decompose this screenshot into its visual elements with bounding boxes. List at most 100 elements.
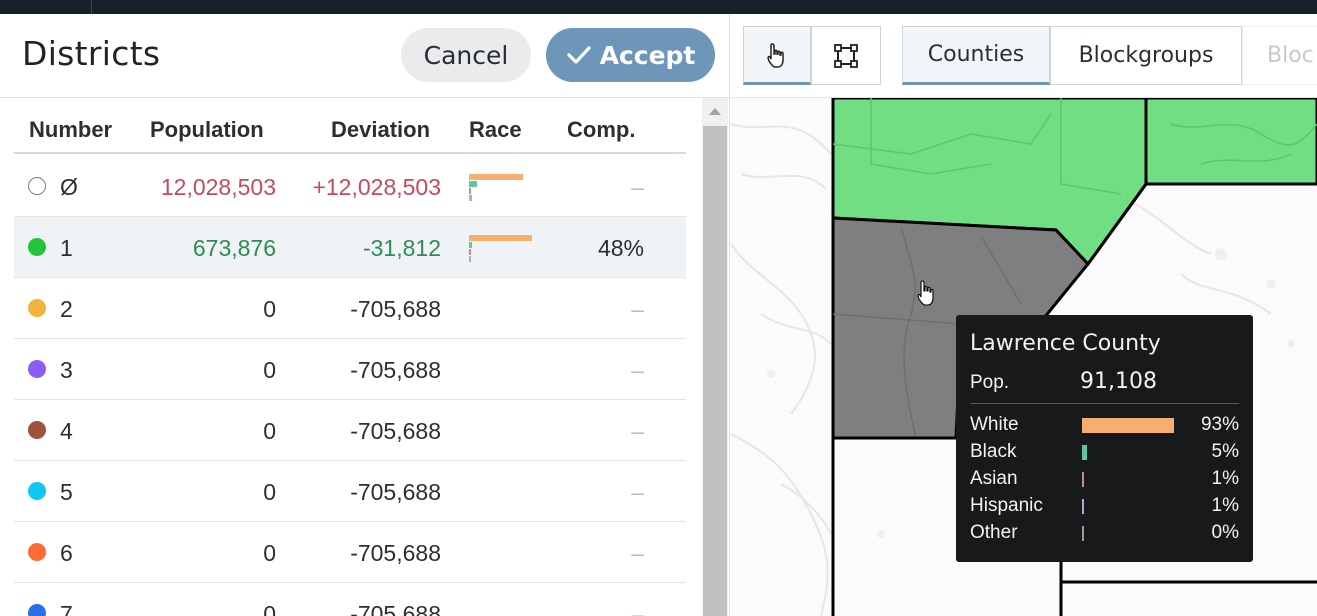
table-row[interactable]: 1 673,876 -31,812 48%	[14, 217, 686, 278]
district-population: 0	[263, 479, 276, 505]
table-scrollbar[interactable]	[702, 98, 728, 616]
district-population: 12,028,503	[160, 174, 276, 200]
tooltip-pop-value: 91,108	[1080, 369, 1157, 394]
district-color-dot	[28, 238, 46, 256]
district-number: Ø	[60, 174, 78, 200]
unit-blocks-tab[interactable]: Bloc	[1242, 26, 1317, 85]
districts-panel: Districts Cancel Accept Number Populatio…	[0, 14, 730, 616]
rectangle-select-icon	[834, 43, 858, 68]
district-color-dot	[28, 482, 46, 500]
district-color-dot	[28, 543, 46, 561]
demographic-percent: 1%	[1211, 495, 1239, 516]
district-compactness: 48%	[597, 235, 644, 261]
tooltip-pop-label: Pop.	[970, 372, 1010, 393]
district-compactness: –	[631, 418, 644, 444]
race-bar	[469, 181, 478, 187]
demographic-bar	[1082, 526, 1084, 541]
district-population: 0	[263, 601, 276, 616]
district-number: 6	[60, 540, 73, 566]
race-bar	[469, 249, 471, 255]
demographic-percent: 5%	[1211, 441, 1239, 462]
demographic-bar	[1082, 418, 1175, 433]
district-color-dot	[28, 177, 46, 195]
demographic-percent: 1%	[1211, 468, 1239, 489]
district-number: 1	[60, 235, 73, 261]
race-bar	[469, 256, 471, 262]
district-compactness: –	[631, 357, 644, 383]
demographic-bar	[1082, 445, 1087, 460]
district-deviation: -705,688	[350, 540, 441, 566]
race-mini-chart	[469, 174, 539, 206]
districts-table: Number Population Deviation Race Comp. Ø…	[14, 98, 686, 616]
demographic-label: Hispanic	[970, 495, 1043, 516]
map-view[interactable]: Counties Blockgroups Bloc Lawrence Count…	[731, 14, 1317, 616]
accept-button[interactable]: Accept	[546, 28, 715, 82]
table-row[interactable]: Ø 12,028,503 +12,028,503 –	[14, 156, 686, 217]
scroll-up-arrow-icon[interactable]	[709, 108, 721, 115]
table-row[interactable]: 5 0 -705,688 –	[14, 461, 686, 522]
table-row[interactable]: 3 0 -705,688 –	[14, 339, 686, 400]
map-toolbar: Counties Blockgroups Bloc	[731, 14, 1317, 98]
district-color-dot	[28, 421, 46, 439]
district-deviation: -705,688	[350, 296, 441, 322]
race-bar	[469, 195, 473, 201]
district-color-dot	[28, 360, 46, 378]
county-tooltip: Lawrence County Pop. 91,108 White 93% Blac…	[956, 315, 1253, 562]
district-population: 0	[263, 540, 276, 566]
district-number: 5	[60, 479, 73, 505]
scroll-thumb[interactable]	[703, 126, 727, 616]
unit-blockgroups-tab[interactable]: Blockgroups	[1050, 26, 1242, 85]
table-row[interactable]: 2 0 -705,688 –	[14, 278, 686, 339]
unit-counties-tab[interactable]: Counties	[902, 26, 1050, 85]
panel-title: Districts	[22, 34, 161, 73]
header-deviation[interactable]: Deviation	[331, 117, 430, 143]
district-population: 0	[263, 357, 276, 383]
district-deviation: -705,688	[350, 479, 441, 505]
demographic-label: Black	[970, 441, 1017, 462]
district-color-dot	[28, 299, 46, 317]
select-tool-button[interactable]	[743, 26, 811, 85]
demographic-bar	[1082, 499, 1084, 514]
district-number: 4	[60, 418, 73, 444]
district-number: 2	[60, 296, 73, 322]
race-bar	[469, 174, 524, 180]
demographic-percent: 0%	[1211, 522, 1239, 543]
district-deviation: +12,028,503	[312, 174, 441, 200]
header-race[interactable]: Race	[469, 117, 522, 143]
checkmark-icon	[566, 46, 591, 64]
tooltip-demographic-row: Black 5%	[970, 439, 1239, 466]
district-population: 0	[263, 296, 276, 322]
header-number[interactable]: Number	[29, 117, 112, 143]
race-bar	[469, 235, 533, 241]
header-comp[interactable]: Comp.	[567, 117, 635, 143]
district-compactness: –	[631, 174, 644, 200]
demographic-percent: 93%	[1200, 414, 1239, 435]
district-number: 3	[60, 357, 73, 383]
table-row[interactable]: 4 0 -705,688 –	[14, 400, 686, 461]
demographic-label: Other	[970, 522, 1018, 543]
table-header: Number Population Deviation Race Comp.	[14, 98, 686, 154]
table-row[interactable]: 6 0 -705,688 –	[14, 522, 686, 583]
district-deviation: -705,688	[350, 601, 441, 616]
pointer-hand-icon	[767, 42, 784, 68]
tooltip-divider	[970, 403, 1239, 404]
race-bar	[469, 188, 472, 194]
demographic-label: Asian	[970, 468, 1018, 489]
tooltip-title: Lawrence County	[970, 331, 1161, 356]
demographic-label: White	[970, 414, 1019, 435]
demographic-bar	[1082, 472, 1084, 487]
table-row[interactable]: 7 0 -705,688 –	[14, 583, 686, 616]
district-compactness: –	[631, 479, 644, 505]
district-deviation: -705,688	[350, 418, 441, 444]
race-bar	[469, 242, 473, 248]
rectangle-tool-button[interactable]	[811, 26, 881, 85]
district-compactness: –	[631, 540, 644, 566]
header-population[interactable]: Population	[150, 117, 264, 143]
topbar-divider	[91, 0, 92, 14]
cancel-button[interactable]: Cancel	[401, 28, 531, 82]
accept-label: Accept	[599, 40, 696, 70]
district-compactness: –	[631, 296, 644, 322]
district-deviation: -31,812	[362, 235, 441, 261]
race-mini-chart	[469, 235, 539, 267]
district-deviation: -705,688	[350, 357, 441, 383]
